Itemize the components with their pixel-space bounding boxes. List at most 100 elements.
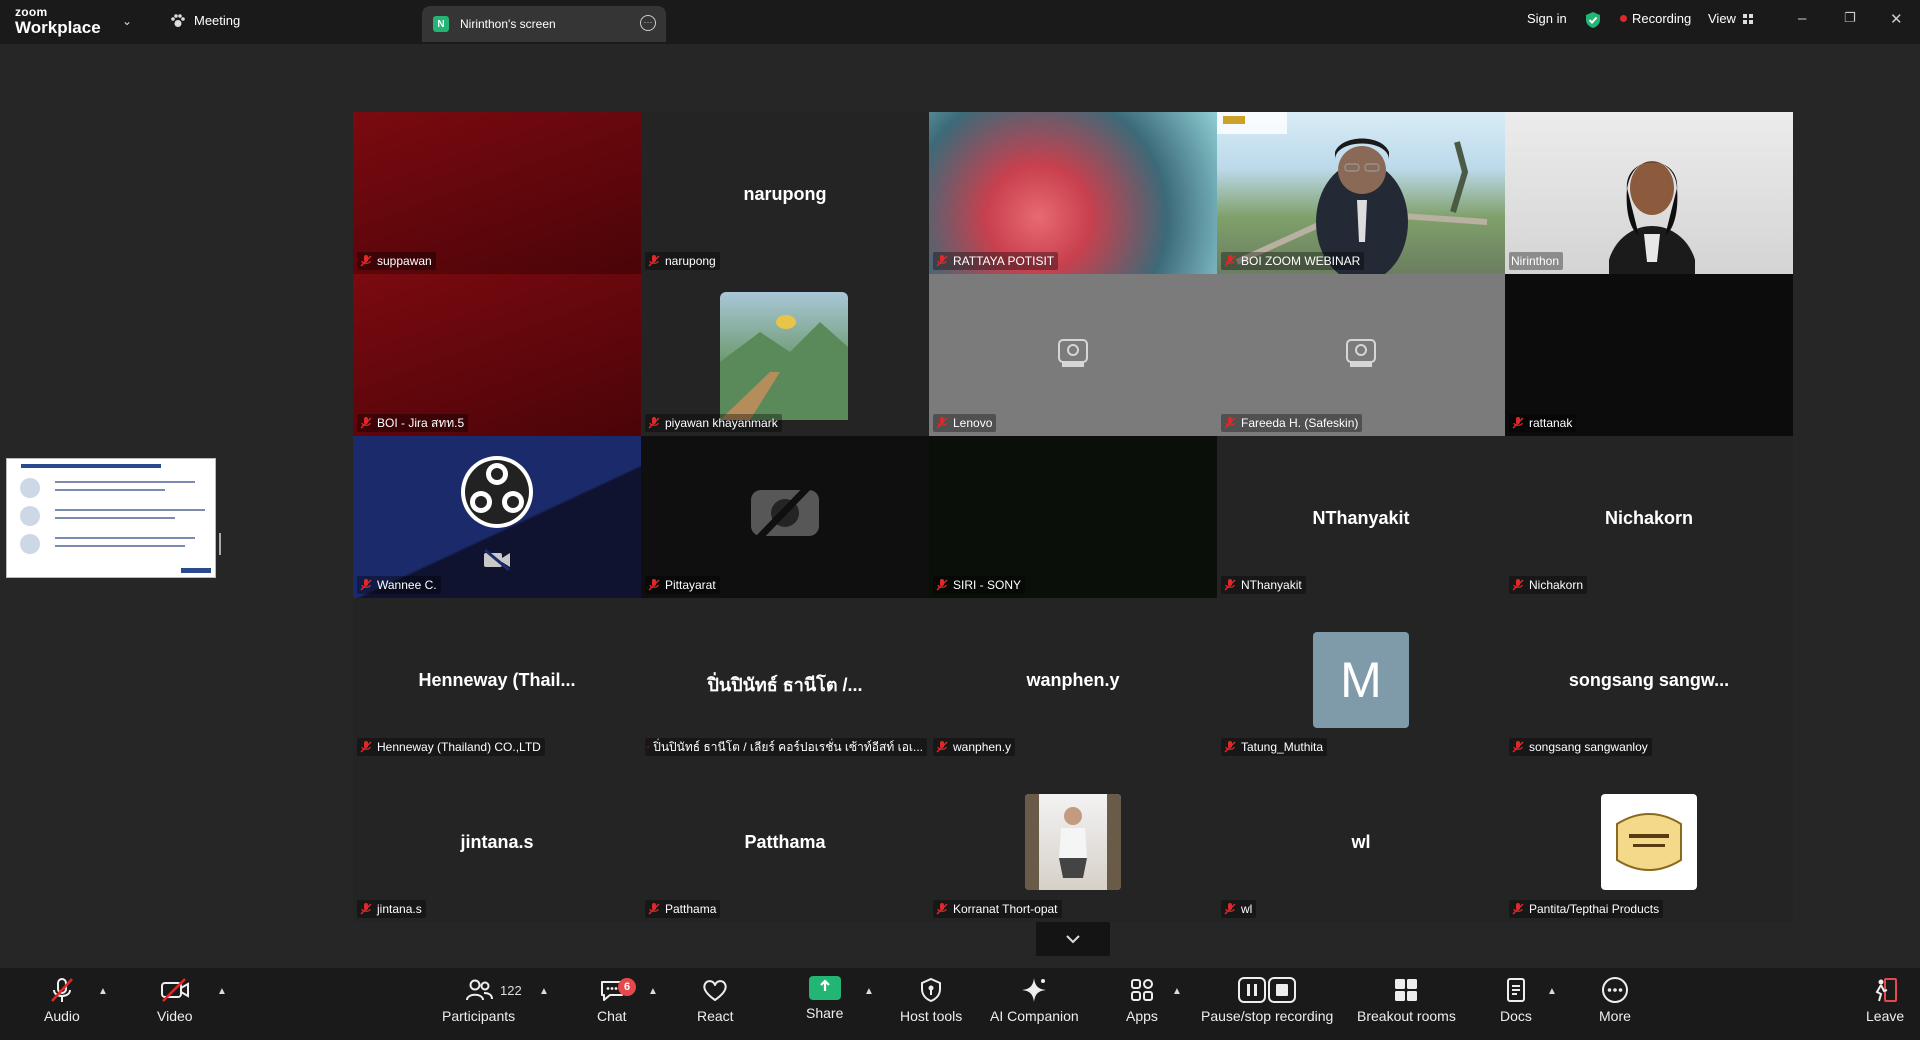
pause-stop-icon	[1238, 977, 1297, 1003]
ai-companion-button[interactable]: AI Companion	[990, 976, 1079, 1024]
participant-label: piyawan khayanmark	[645, 414, 782, 432]
participant-label: BOI ZOOM WEBINAR	[1221, 252, 1365, 270]
shared-screen-thumbnail[interactable]	[6, 458, 216, 578]
pause-stop-recording-button[interactable]: Pause/stop recording	[1201, 976, 1333, 1024]
thumbnail-resize-handle[interactable]	[219, 533, 221, 555]
docs-button[interactable]: Docs	[1500, 976, 1532, 1024]
mic-muted-icon	[1224, 579, 1236, 591]
breakout-rooms-button[interactable]: Breakout rooms	[1357, 976, 1456, 1024]
host-tools-button[interactable]: Host tools	[900, 976, 962, 1024]
participant-tile[interactable]: SIRI - SONY	[929, 436, 1217, 598]
participant-tile[interactable]: RATTAYA POTISIT	[929, 112, 1217, 274]
participant-tile[interactable]: narupong narupong	[641, 112, 929, 274]
participant-name: Wannee C.	[377, 578, 437, 592]
more-options-icon[interactable]: ···	[640, 15, 656, 31]
more-button[interactable]: More	[1599, 976, 1631, 1024]
participant-tile[interactable]: wanphen.y wanphen.y	[929, 598, 1217, 760]
logo-top-text: zoom	[15, 5, 48, 19]
participant-tile[interactable]: NThanyakit NThanyakit	[1217, 436, 1505, 598]
participant-display-name: Nichakorn	[1604, 508, 1694, 528]
recording-indicator[interactable]: Recording	[1620, 11, 1691, 26]
active-speaker-tile[interactable]: Nirinthon	[1505, 112, 1793, 274]
participant-label: narupong	[645, 252, 720, 270]
mic-muted-icon	[936, 417, 948, 429]
mic-muted-icon	[1224, 903, 1236, 915]
audio-button[interactable]: Audio	[44, 976, 80, 1024]
document-icon	[1506, 978, 1525, 1002]
mic-muted-icon	[360, 579, 372, 591]
view-label: View	[1708, 11, 1736, 26]
thumbnail-row	[17, 503, 207, 529]
participant-tile[interactable]: songsang sangw... songsang sangwanloy	[1505, 598, 1793, 760]
leave-button[interactable]: Leave	[1866, 976, 1904, 1024]
participant-label: BOI - Jira สทท.5	[357, 414, 469, 432]
mic-muted-icon	[648, 255, 660, 267]
video-label: Video	[157, 1008, 193, 1024]
participant-tile[interactable]: Pittayarat	[641, 436, 929, 598]
restore-icon[interactable]: ❐	[1844, 10, 1856, 26]
sign-in-button[interactable]: Sign in	[1527, 11, 1567, 26]
participant-tile[interactable]: jintana.s jintana.s	[353, 760, 641, 922]
meeting-tab-label: Meeting	[194, 13, 241, 28]
title-bar: zoom Workplace ⌄ Meeting N Nirinthon's s…	[0, 0, 1920, 44]
react-button[interactable]: React	[697, 976, 734, 1024]
mic-muted-icon	[936, 741, 948, 753]
participant-label: Fareeda H. (Safeskin)	[1221, 414, 1363, 432]
video-button[interactable]: Video	[157, 976, 193, 1024]
video-options-caret[interactable]: ▲	[217, 986, 227, 997]
apps-icon	[1130, 979, 1153, 1001]
apps-button[interactable]: Apps	[1126, 976, 1158, 1024]
mic-muted-icon	[1512, 741, 1524, 753]
chevron-down-icon[interactable]: ⌄	[122, 14, 132, 28]
mic-muted-icon	[1512, 579, 1524, 591]
webinar-background-image	[1217, 112, 1488, 274]
mic-muted-icon	[936, 903, 948, 915]
chat-options-caret[interactable]: ▲	[648, 986, 658, 997]
participant-tile[interactable]: Pantita/Tepthai Products	[1505, 760, 1793, 922]
thumbnail-heading-bar	[21, 464, 161, 468]
participant-tile[interactable]: Patthama Patthama	[641, 760, 929, 922]
participant-tile[interactable]: Henneway (Thail... Henneway (Thailand) C…	[353, 598, 641, 760]
participant-tile[interactable]: suppawan	[353, 112, 641, 274]
participant-tile[interactable]: Lenovo	[929, 274, 1217, 436]
participant-tile[interactable]: M Tatung_Muthita	[1217, 598, 1505, 760]
close-icon[interactable]: ✕	[1890, 10, 1903, 28]
participant-tile[interactable]: Wannee C.	[353, 436, 641, 598]
participant-tile[interactable]: Nichakorn Nichakorn	[1505, 436, 1793, 598]
screen-share-tab[interactable]: N Nirinthon's screen ···	[422, 6, 666, 42]
participant-tile[interactable]: BOI ZOOM WEBINAR	[1217, 112, 1505, 274]
participants-options-caret[interactable]: ▲	[539, 986, 549, 997]
participant-label: NThanyakit	[1221, 576, 1306, 594]
participant-label: Korranat Thort-opat	[933, 900, 1062, 918]
audio-options-caret[interactable]: ▲	[98, 986, 108, 997]
participant-tile[interactable]: Korranat Thort-opat	[929, 760, 1217, 922]
participant-tile[interactable]: BOI - Jira สทท.5	[353, 274, 641, 436]
leave-icon	[1875, 978, 1898, 1002]
participant-label: Henneway (Thailand) CO.,LTD	[357, 738, 545, 756]
apps-options-caret[interactable]: ▲	[1172, 986, 1182, 997]
share-options-caret[interactable]: ▲	[864, 986, 874, 997]
participant-tile[interactable]: piyawan khayanmark	[641, 274, 929, 436]
mic-muted-icon	[1512, 417, 1524, 429]
participant-tile[interactable]: rattanak	[1505, 274, 1793, 436]
sparkle-icon	[1022, 978, 1047, 1002]
apps-label: Apps	[1126, 1008, 1158, 1024]
participant-display-name: jintana.s	[460, 832, 534, 852]
view-button[interactable]: View	[1708, 11, 1754, 26]
security-shield-icon[interactable]	[1585, 11, 1601, 29]
more-icon	[1601, 977, 1628, 1003]
participant-tile[interactable]: ปิ่นปินัทธ์ ธานีโต /... ปิ่นปินัทธ์ ธานี…	[641, 598, 929, 760]
thumbnail-row	[17, 531, 207, 557]
participant-name: Nirinthon	[1511, 254, 1560, 268]
participant-tile[interactable]: Fareeda H. (Safeskin)	[1217, 274, 1505, 436]
docs-options-caret[interactable]: ▲	[1547, 986, 1557, 997]
expand-gallery-button[interactable]	[1036, 922, 1110, 956]
participant-label: Patthama	[645, 900, 721, 918]
minimize-icon[interactable]: –	[1798, 10, 1806, 27]
grid-view-icon	[1742, 13, 1753, 24]
company-logo-avatar	[1601, 794, 1697, 890]
participant-tile[interactable]: wl wl	[1217, 760, 1505, 922]
host-tools-label: Host tools	[900, 1008, 963, 1024]
meeting-tab[interactable]: Meeting	[170, 13, 240, 28]
share-button[interactable]: Share	[806, 976, 843, 1021]
